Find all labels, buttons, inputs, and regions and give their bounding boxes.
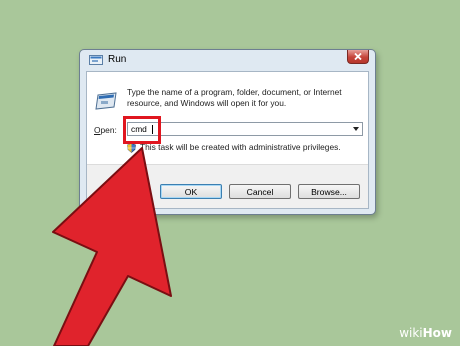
wikihow-watermark: wikiHow bbox=[399, 326, 452, 340]
pointer-arrow-icon bbox=[52, 147, 172, 346]
watermark-wiki: wiki bbox=[399, 326, 423, 340]
watermark-how: How bbox=[422, 326, 452, 340]
